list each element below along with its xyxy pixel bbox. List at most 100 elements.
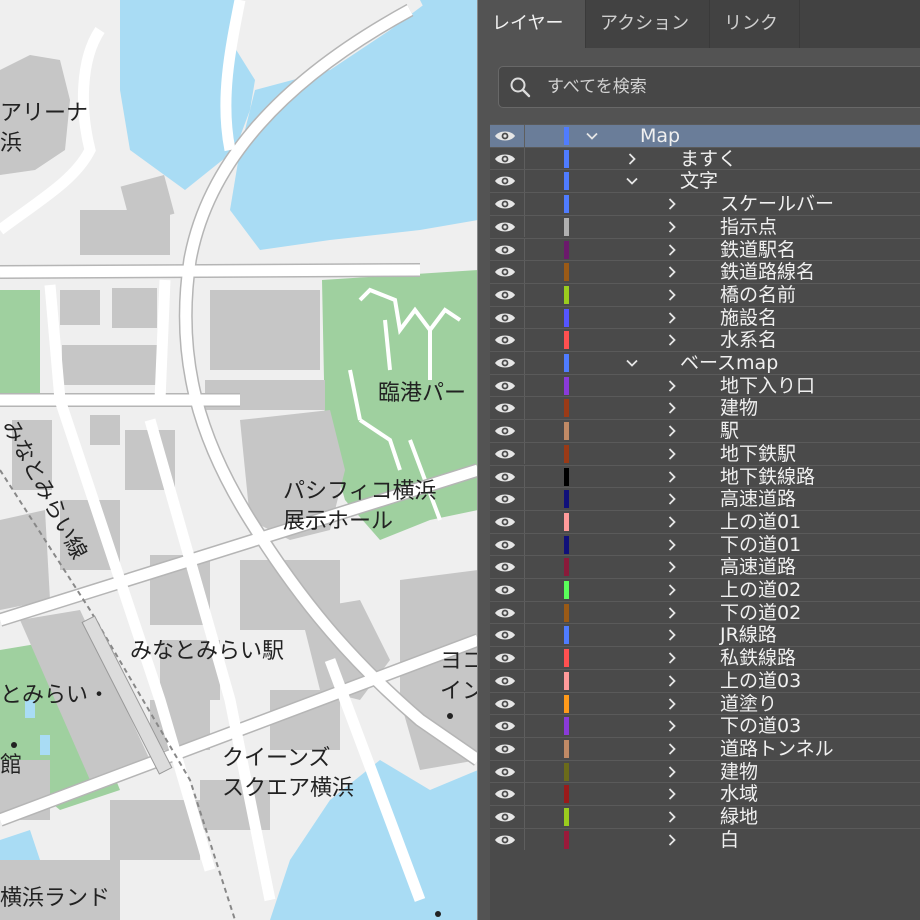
chevron-right-icon[interactable]: [666, 380, 678, 392]
eye-icon[interactable]: [494, 220, 516, 234]
eye-icon[interactable]: [494, 674, 516, 688]
chevron-right-icon[interactable]: [666, 561, 678, 573]
chevron-right-icon[interactable]: [666, 289, 678, 301]
eye-icon[interactable]: [494, 651, 516, 665]
chevron-right-icon[interactable]: [666, 720, 678, 732]
layer-row[interactable]: 下の道03: [490, 714, 920, 737]
chevron-right-icon[interactable]: [666, 470, 678, 483]
chevron-right-icon[interactable]: [666, 516, 678, 528]
layer-row[interactable]: 地下入り口: [490, 373, 920, 397]
layer-row[interactable]: 道路トンネル: [490, 736, 920, 760]
layer-row[interactable]: 水系名: [490, 328, 920, 351]
eye-icon[interactable]: [494, 152, 516, 166]
layer-row[interactable]: 私鉄線路: [490, 646, 920, 669]
eye-icon[interactable]: [494, 560, 516, 574]
chevron-right-icon[interactable]: [666, 607, 678, 619]
tab-links[interactable]: リンク: [710, 0, 800, 48]
layer-row[interactable]: 橋の名前: [490, 282, 920, 306]
chevron-right-icon[interactable]: [666, 743, 678, 755]
eye-icon[interactable]: [494, 424, 516, 438]
layer-row[interactable]: 道塗り: [490, 691, 920, 715]
search-icon[interactable]: [509, 76, 531, 98]
chevron-right-icon[interactable]: [666, 221, 678, 233]
eye-icon[interactable]: [494, 265, 516, 279]
layer-row[interactable]: 上の道02: [490, 578, 920, 601]
chevron-right-icon[interactable]: [666, 311, 678, 324]
chevron-down-icon[interactable]: [626, 175, 638, 187]
chevron-right-icon[interactable]: [666, 675, 678, 687]
eye-icon[interactable]: [494, 470, 516, 484]
layer-row[interactable]: 白: [490, 827, 920, 851]
chevron-right-icon[interactable]: [666, 402, 678, 415]
chevron-right-icon[interactable]: [666, 584, 678, 596]
eye-icon[interactable]: [494, 197, 516, 211]
layer-row[interactable]: 施設名: [490, 305, 920, 329]
layer-row[interactable]: JR線路: [490, 623, 920, 646]
eye-icon[interactable]: [494, 492, 516, 506]
layer-row[interactable]: 建物: [490, 759, 920, 783]
eye-icon[interactable]: [494, 697, 516, 711]
chevron-right-icon[interactable]: [666, 266, 678, 278]
layer-row[interactable]: 水域: [490, 782, 920, 805]
chevron-right-icon[interactable]: [666, 629, 678, 642]
eye-icon[interactable]: [494, 129, 516, 143]
layer-row[interactable]: 指示点: [490, 214, 920, 238]
chevron-right-icon[interactable]: [666, 697, 678, 710]
eye-icon[interactable]: [494, 628, 516, 642]
search-input[interactable]: [547, 67, 920, 107]
eye-icon[interactable]: [494, 719, 516, 733]
tab-actions[interactable]: アクション: [586, 0, 710, 48]
chevron-right-icon[interactable]: [666, 538, 678, 551]
tab-layers[interactable]: レイヤー: [478, 0, 586, 48]
eye-icon[interactable]: [494, 787, 516, 801]
layer-row[interactable]: 建物: [490, 396, 920, 419]
eye-icon[interactable]: [494, 333, 516, 347]
eye-icon[interactable]: [494, 765, 516, 779]
layer-row[interactable]: 高速道路: [490, 555, 920, 578]
layer-row[interactable]: 上の道01: [490, 509, 920, 533]
map-canvas[interactable]: アリーナ 浜 臨港パー パシフィコ横浜 展示ホール みなとみらい駅 とみらい・ …: [0, 0, 478, 920]
eye-icon[interactable]: [494, 174, 516, 188]
layer-row[interactable]: 下の道02: [490, 600, 920, 624]
eye-icon[interactable]: [494, 606, 516, 620]
layer-row[interactable]: 地下鉄駅: [490, 441, 920, 465]
eye-icon[interactable]: [494, 583, 516, 597]
chevron-right-icon[interactable]: [666, 243, 678, 256]
chevron-right-icon[interactable]: [666, 765, 678, 778]
layer-row[interactable]: スケールバー: [490, 192, 920, 215]
eye-icon[interactable]: [494, 810, 516, 824]
chevron-right-icon[interactable]: [666, 334, 678, 346]
chevron-right-icon[interactable]: [666, 652, 678, 664]
chevron-down-icon[interactable]: [586, 130, 598, 142]
eye-icon[interactable]: [494, 379, 516, 393]
chevron-right-icon[interactable]: [666, 788, 678, 800]
eye-icon[interactable]: [494, 515, 516, 529]
eye-icon[interactable]: [494, 311, 516, 325]
chevron-right-icon[interactable]: [666, 834, 678, 846]
eye-icon[interactable]: [494, 288, 516, 302]
layer-row[interactable]: 鉄道路線名: [490, 260, 920, 283]
chevron-right-icon[interactable]: [666, 811, 678, 823]
layer-row[interactable]: ベースmap: [490, 351, 920, 374]
eye-icon[interactable]: [494, 538, 516, 552]
eye-icon[interactable]: [494, 742, 516, 756]
chevron-right-icon[interactable]: [626, 153, 638, 165]
chevron-right-icon[interactable]: [666, 425, 678, 437]
layer-row[interactable]: 地下鉄線路: [490, 464, 920, 488]
eye-icon[interactable]: [494, 243, 516, 257]
chevron-down-icon[interactable]: [626, 357, 638, 369]
eye-icon[interactable]: [494, 356, 516, 370]
eye-icon[interactable]: [494, 833, 516, 847]
chevron-right-icon[interactable]: [666, 493, 678, 505]
layer-row[interactable]: 駅: [490, 419, 920, 442]
layer-row[interactable]: 上の道03: [490, 668, 920, 692]
chevron-right-icon[interactable]: [666, 198, 678, 210]
layer-row[interactable]: 緑地: [490, 805, 920, 828]
eye-icon[interactable]: [494, 447, 516, 461]
layer-row[interactable]: Map: [490, 124, 920, 147]
eye-icon[interactable]: [494, 401, 516, 415]
layer-row[interactable]: 高速道路: [490, 487, 920, 510]
layer-row[interactable]: 鉄道駅名: [490, 237, 920, 261]
layer-row[interactable]: ますく: [490, 146, 920, 170]
layer-row[interactable]: 文字: [490, 169, 920, 192]
